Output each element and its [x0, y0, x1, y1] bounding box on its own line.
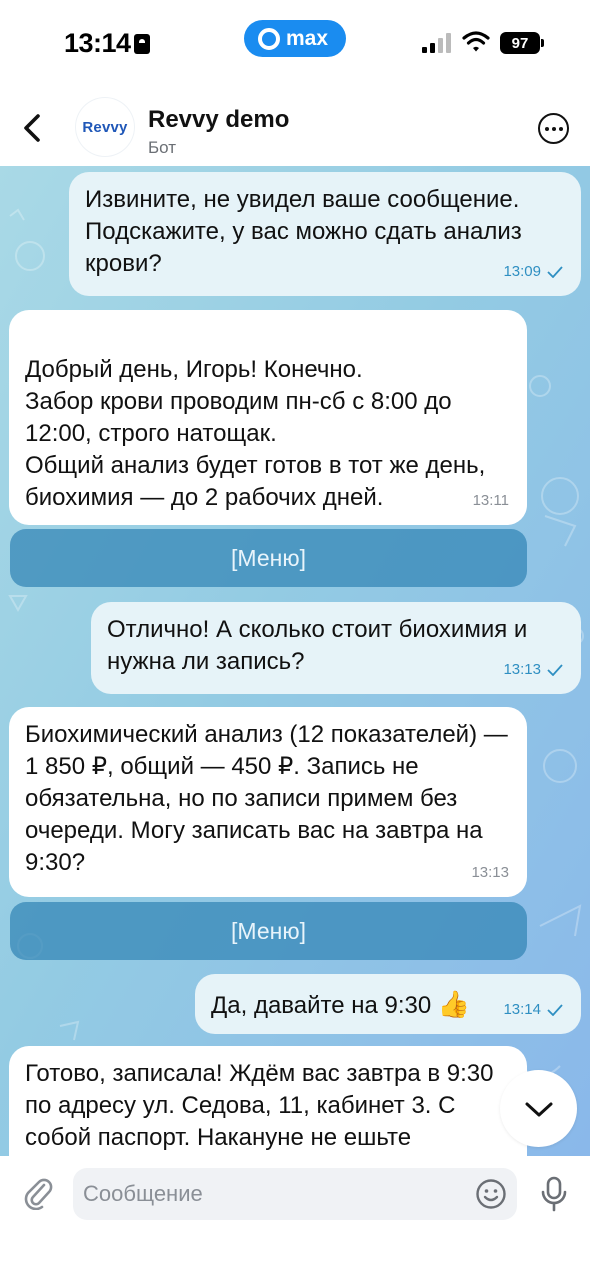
- wifi-icon: [462, 31, 490, 52]
- smile-icon[interactable]: [475, 1178, 507, 1210]
- chat-header: Revvy Revvy demo Бот: [0, 88, 590, 166]
- message-input[interactable]: [83, 1168, 473, 1220]
- cellular-icon: [422, 33, 454, 53]
- back-icon[interactable]: [18, 108, 48, 148]
- max-app-badge[interactable]: max: [244, 20, 346, 57]
- status-time: 13:14: [64, 28, 131, 58]
- message-incoming[interactable]: Готово, записала! Ждём вас завтра в 9:30…: [9, 1046, 527, 1156]
- chat-title[interactable]: Revvy demo: [148, 106, 289, 134]
- message-text: Биохимический анализ (12 показателей) — …: [25, 721, 508, 876]
- message-outgoing[interactable]: Извините, не увидел ваше сообщение. Подс…: [69, 172, 581, 296]
- message-meta: 13:13: [471, 857, 509, 889]
- message-meta: 13:14: [503, 994, 563, 1026]
- more-icon[interactable]: [538, 113, 569, 144]
- message-input-container[interactable]: [73, 1168, 517, 1220]
- message-meta: 13:13: [503, 654, 563, 686]
- thumbs-up-icon: 👍: [437, 989, 471, 1019]
- lock-icon: [134, 34, 150, 54]
- menu-button[interactable]: [Меню]: [10, 902, 527, 960]
- max-logo-icon: [258, 27, 280, 50]
- avatar[interactable]: Revvy: [76, 98, 134, 156]
- check-icon: [547, 664, 563, 676]
- message-outgoing[interactable]: Отлично! А сколько стоит биохимия и нужн…: [91, 602, 581, 694]
- battery-level: 97: [511, 34, 529, 52]
- chevron-down-icon: [525, 1102, 552, 1116]
- chat-area[interactable]: Извините, не увидел ваше сообщение. Подс…: [0, 166, 590, 1156]
- battery-icon: 97: [500, 32, 544, 54]
- mic-icon[interactable]: [540, 1176, 568, 1212]
- message-incoming[interactable]: Добрый день, Игорь! Конечно. Забор крови…: [9, 310, 527, 525]
- menu-button[interactable]: [Меню]: [10, 529, 527, 587]
- message-time: 13:13: [503, 661, 541, 678]
- avatar-logo-text: Revvy: [82, 118, 128, 136]
- message-meta: 13:11: [473, 485, 509, 517]
- check-icon: [547, 1004, 563, 1016]
- message-text: Извините, не увидел ваше сообщение. Подс…: [85, 186, 522, 277]
- scroll-down-button[interactable]: [500, 1070, 577, 1147]
- message-time: 13:11: [472, 492, 509, 509]
- message-text: Да, давайте на 9:30: [211, 992, 432, 1019]
- composer-bar: [0, 1156, 590, 1280]
- message-time: 13:14: [503, 1001, 541, 1018]
- message-text: Готово, записала! Ждём вас завтра в 9:30…: [25, 1060, 494, 1151]
- message-outgoing[interactable]: Да, давайте на 9:30 👍 13:14: [195, 974, 581, 1034]
- chat-subtitle: Бот: [148, 138, 177, 157]
- paperclip-icon[interactable]: [22, 1176, 54, 1210]
- message-time: 13:09: [503, 263, 541, 280]
- message-incoming[interactable]: Биохимический анализ (12 показателей) — …: [9, 707, 527, 897]
- status-bar: 13:14 max 97: [0, 0, 590, 88]
- message-text: Добрый день, Игорь! Конечно. Забор крови…: [25, 356, 486, 511]
- check-icon: [547, 266, 563, 278]
- message-time: 13:13: [471, 864, 509, 881]
- max-app-label: max: [286, 26, 329, 50]
- message-text: Отлично! А сколько стоит биохимия и нужн…: [107, 616, 528, 675]
- message-meta: 13:09: [503, 256, 563, 288]
